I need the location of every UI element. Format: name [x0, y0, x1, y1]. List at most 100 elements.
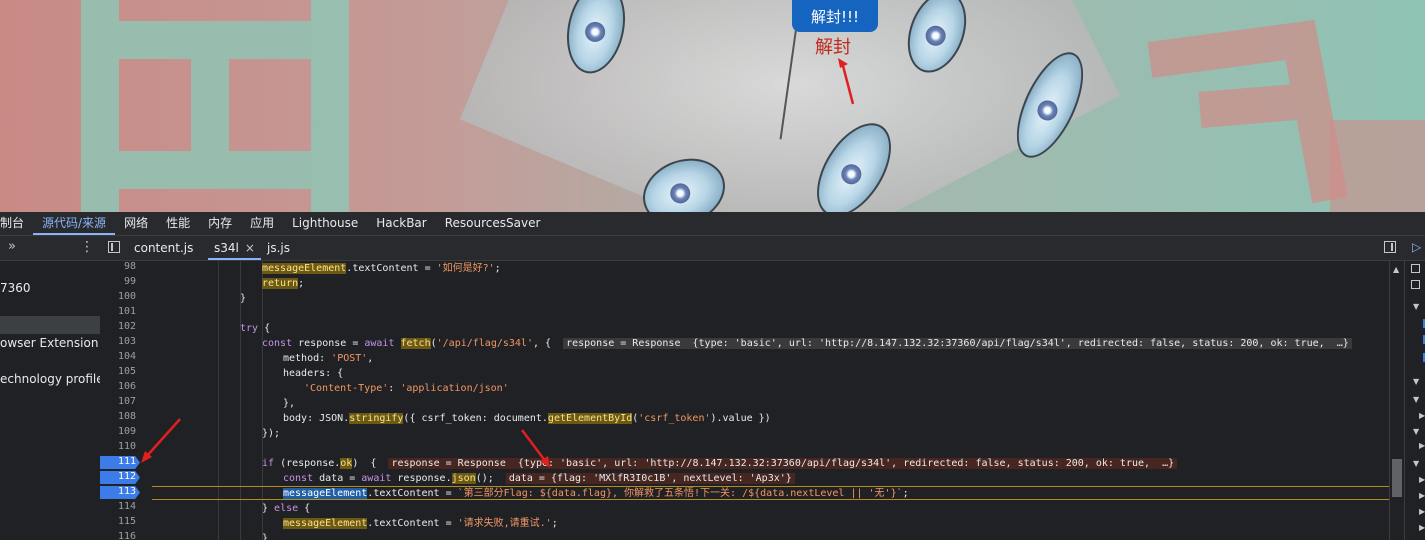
more-options-icon[interactable]: ⋮ [80, 239, 94, 255]
code-line-100[interactable]: } [240, 291, 246, 306]
editor-scrollbar[interactable]: ▲ [1389, 261, 1404, 540]
code-token: } [262, 503, 275, 514]
code-token: ).value }) [710, 413, 771, 424]
file-tab-s34l[interactable]: s34l × [208, 236, 261, 260]
code-line-116[interactable]: } [262, 531, 268, 540]
red-arrow-annotation [141, 418, 181, 463]
chevron-right-icon[interactable]: ▶ [1419, 523, 1425, 532]
code-token: { [298, 503, 311, 514]
file-tab-content-js[interactable]: content.js [128, 236, 199, 260]
unseal-button[interactable]: 解封!!! [792, 0, 878, 32]
code-token: '请求失败,请重试.' [457, 518, 552, 529]
code-line-106[interactable]: 'Content-Type': 'application/json' [304, 381, 509, 396]
code-line-104[interactable]: method: 'POST', [283, 351, 373, 366]
inline-value-preview[interactable]: data = {flag: 'MXlfR3I0c1B', nextLevel: … [505, 473, 795, 484]
line-number[interactable]: 101 [100, 306, 136, 317]
chevron-right-icon[interactable]: ▶ [1419, 491, 1425, 500]
webpage-viewport: 解封!!! 解封 [0, 0, 1425, 212]
code-token: 'POST' [331, 353, 368, 364]
code-token: 'Content-Type' [304, 383, 389, 394]
line-number[interactable]: 114 [100, 501, 136, 512]
more-tabs-icon[interactable]: » [8, 239, 16, 254]
line-number[interactable]: 106 [100, 381, 136, 392]
chevron-down-icon[interactable]: ▼ [1413, 395, 1419, 404]
checkbox[interactable] [1411, 280, 1420, 289]
code-line-107[interactable]: }, [283, 396, 295, 411]
line-number[interactable]: 100 [100, 291, 136, 302]
line-number[interactable]: 110 [100, 441, 136, 452]
line-number[interactable]: 103 [100, 336, 136, 347]
code-line-98[interactable]: messageElement.textContent = '如何是好?'; [262, 261, 501, 276]
eye-pupil [667, 180, 694, 207]
code-line-108[interactable]: body: JSON.stringify({ csrf_token: docum… [283, 411, 771, 426]
close-tab-icon[interactable]: × [245, 241, 255, 255]
code-token: ok [340, 458, 353, 469]
line-number[interactable]: 102 [100, 321, 136, 332]
tab-resourcessaver[interactable]: ResourcesSaver [436, 212, 550, 235]
code-token: body: JSON. [283, 413, 350, 424]
chevron-down-icon[interactable]: ▼ [1413, 302, 1419, 311]
code-line-115[interactable]: messageElement.textContent = '请求失败,请重试.'… [283, 516, 558, 531]
chevron-down-icon[interactable]: ▼ [1413, 427, 1419, 436]
line-number-gutter[interactable]: 98 99 100 101 102 103 104 105 106 107 10… [100, 261, 140, 540]
nav-item-technology-profiler[interactable]: echnology profiler [0, 372, 100, 386]
code-line-113[interactable]: messageElement.textContent = `第三部分Flag: … [283, 486, 909, 501]
scroll-up-icon[interactable]: ▲ [1393, 265, 1399, 274]
inline-value-preview[interactable]: response = Response {type: 'basic', url:… [388, 458, 1178, 469]
tab-sources[interactable]: 源代码/来源 [33, 212, 116, 235]
code-token: '如何是好?' [436, 263, 495, 274]
code-line-111[interactable]: if (response.ok) { response = Response {… [262, 456, 1178, 471]
line-number[interactable]: 99 [100, 276, 136, 287]
line-number[interactable]: 108 [100, 411, 136, 422]
tab-hackbar[interactable]: HackBar [367, 212, 435, 235]
resume-icon[interactable]: ▷ [1412, 240, 1421, 254]
scrollbar-thumb[interactable] [1392, 459, 1402, 497]
nav-item-browser-extension[interactable]: owser Extension [0, 336, 98, 350]
line-number[interactable]: 107 [100, 396, 136, 407]
line-number[interactable]: 111 [100, 456, 136, 467]
code-line-109[interactable]: }); [262, 426, 280, 441]
chevron-right-icon[interactable]: ▶ [1419, 507, 1425, 516]
code-token: `第三部分Flag: ${data.flag}, 你解救了五条悟!下一关: /$… [457, 488, 903, 499]
line-number[interactable]: 115 [100, 516, 136, 527]
inline-value-preview[interactable]: response = Response {type: 'basic', url:… [563, 338, 1352, 349]
tab-application[interactable]: 应用 [241, 212, 283, 235]
line-number[interactable]: 112 [100, 471, 136, 482]
line-number[interactable]: 113 [100, 486, 136, 497]
code-token: (response. [274, 458, 341, 469]
code-line-105[interactable]: headers: { [283, 366, 343, 381]
nav-item-origin[interactable]: 7360 [0, 281, 31, 295]
code-token: stringify [349, 413, 404, 424]
tab-memory[interactable]: 内存 [199, 212, 241, 235]
code-token: const [283, 473, 314, 484]
file-tab-label: s34l [214, 241, 239, 255]
chevron-right-icon[interactable]: ▶ [1419, 441, 1425, 450]
tab-console[interactable]: 制台 [0, 212, 33, 235]
tab-network[interactable]: 网络 [115, 212, 157, 235]
line-number[interactable]: 116 [100, 531, 136, 540]
chevron-right-icon[interactable]: ▶ [1419, 475, 1425, 484]
tab-lighthouse[interactable]: Lighthouse [283, 212, 367, 235]
line-number[interactable]: 105 [100, 366, 136, 377]
code-line-102[interactable]: try { [240, 321, 270, 336]
chevron-down-icon[interactable]: ▼ [1413, 377, 1419, 386]
toggle-navigator-icon[interactable] [108, 241, 120, 253]
file-tab-js-js[interactable]: js.js [261, 236, 296, 260]
nav-item-selected[interactable] [0, 316, 100, 334]
code-line-99[interactable]: return; [262, 276, 304, 291]
code-line-114[interactable]: } else { [262, 501, 310, 516]
line-number[interactable]: 104 [100, 351, 136, 362]
checkbox[interactable] [1411, 264, 1420, 273]
line-number[interactable]: 109 [100, 426, 136, 437]
line-number[interactable]: 98 [100, 261, 136, 272]
code-line-112[interactable]: const data = await response.json(); data… [283, 471, 795, 486]
code-content[interactable]: messageElement.textContent = '如何是好?'; re… [152, 261, 1389, 540]
code-line-103[interactable]: const response = await fetch('/api/flag/… [262, 336, 1352, 351]
bg-glyph-left [81, 0, 349, 212]
chevron-right-icon[interactable]: ▶ [1419, 411, 1425, 420]
tab-performance[interactable]: 性能 [157, 212, 199, 235]
chevron-down-icon[interactable]: ▼ [1413, 459, 1419, 468]
code-token: ; [298, 278, 305, 289]
code-editor[interactable]: 98 99 100 101 102 103 104 105 106 107 10… [100, 261, 1389, 540]
toggle-debugger-icon[interactable] [1384, 241, 1396, 253]
